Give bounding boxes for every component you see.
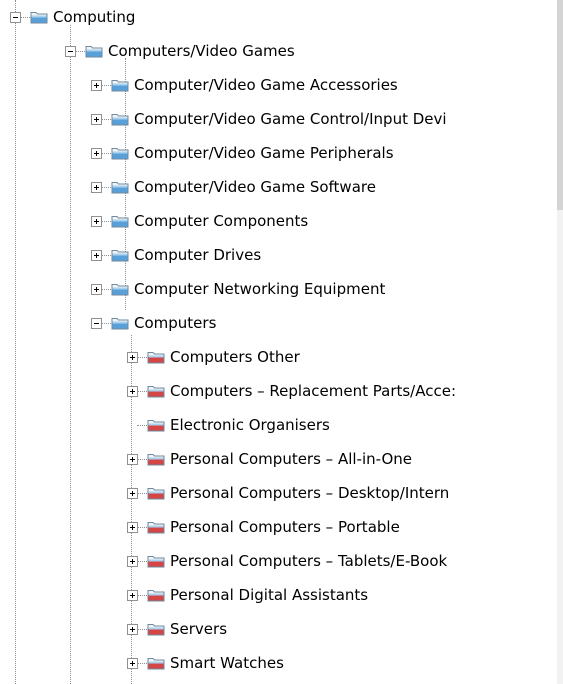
tree-node-level3-label[interactable]: Personal Computers – Desktop/Intern bbox=[169, 482, 450, 504]
folder-icon bbox=[111, 250, 129, 262]
tree-guide-line bbox=[137, 493, 147, 494]
expand-icon[interactable] bbox=[91, 80, 102, 91]
collapse-icon[interactable] bbox=[10, 12, 21, 23]
tree-guide-line bbox=[137, 425, 147, 426]
folder-icon bbox=[111, 114, 129, 126]
folder-leaf-icon bbox=[147, 658, 165, 670]
tree-guide-line bbox=[101, 85, 111, 86]
tree-guide-line bbox=[70, 25, 71, 684]
tree-node-computers-video-games-label[interactable]: Computers/Video Games bbox=[107, 40, 296, 62]
expand-icon[interactable] bbox=[91, 216, 102, 227]
tree-node-level2-label[interactable]: Computer Drives bbox=[133, 244, 262, 266]
expand-icon[interactable] bbox=[127, 624, 138, 635]
expand-icon[interactable] bbox=[127, 386, 138, 397]
expand-icon[interactable] bbox=[127, 522, 138, 533]
expand-icon[interactable] bbox=[127, 556, 138, 567]
folder-leaf-icon bbox=[147, 454, 165, 466]
expand-icon[interactable] bbox=[127, 658, 138, 669]
folder-icon bbox=[111, 182, 129, 194]
tree-guide-line bbox=[137, 595, 147, 596]
tree-guide-line bbox=[101, 255, 111, 256]
tree-guide-line bbox=[15, 0, 16, 684]
tree-guide-line bbox=[137, 527, 147, 528]
tree-node-level2-label[interactable]: Computer/Video Game Software bbox=[133, 176, 377, 198]
tree-node-level2-label[interactable]: Computer Networking Equipment bbox=[133, 278, 386, 300]
tree-guide-line bbox=[137, 459, 147, 460]
tree-node-level2-label[interactable]: Computers bbox=[133, 312, 217, 334]
tree-guide-line bbox=[101, 323, 111, 324]
tree-node-level3-label[interactable]: Computers Other bbox=[169, 346, 301, 368]
folder-icon bbox=[30, 12, 48, 24]
expand-icon[interactable] bbox=[127, 454, 138, 465]
folder-icon bbox=[85, 46, 103, 58]
tree-guide-line bbox=[137, 357, 147, 358]
tree-node-level3-label[interactable]: Smart Watches bbox=[169, 652, 285, 674]
expand-icon[interactable] bbox=[91, 114, 102, 125]
folder-leaf-icon bbox=[147, 488, 165, 500]
tree-node-level3-label[interactable]: Electronic Organisers bbox=[169, 414, 331, 436]
collapse-icon[interactable] bbox=[91, 318, 102, 329]
tree-node-level2-label[interactable]: Computer/Video Game Control/Input Devi bbox=[133, 108, 448, 130]
expand-icon[interactable] bbox=[91, 284, 102, 295]
expand-icon[interactable] bbox=[127, 590, 138, 601]
tree-guide-line bbox=[101, 187, 111, 188]
tree-node-level3-label[interactable]: Computers – Replacement Parts/Acce: bbox=[169, 380, 457, 402]
folder-leaf-icon bbox=[147, 522, 165, 534]
tree-node-level2-label[interactable]: Computer/Video Game Accessories bbox=[133, 74, 399, 96]
folder-icon bbox=[111, 284, 129, 296]
tree-guide-line bbox=[101, 153, 111, 154]
folder-leaf-icon bbox=[147, 624, 165, 636]
tree-guide-line bbox=[101, 119, 111, 120]
folder-leaf-icon bbox=[147, 386, 165, 398]
folder-icon bbox=[111, 148, 129, 160]
tree-node-level3-label[interactable]: Personal Computers – Tablets/E-Book bbox=[169, 550, 448, 572]
tree-guide-line bbox=[101, 221, 111, 222]
folder-icon bbox=[111, 216, 129, 228]
tree-guide-line bbox=[75, 51, 85, 52]
tree-guide-line bbox=[137, 561, 147, 562]
tree-node-level3-label[interactable]: Servers bbox=[169, 618, 228, 640]
expand-icon[interactable] bbox=[91, 250, 102, 261]
tree-node-computing-label[interactable]: Computing bbox=[52, 6, 136, 28]
tree-node-level3-label[interactable]: Personal Digital Assistants bbox=[169, 584, 369, 606]
tree-guide-line bbox=[137, 629, 147, 630]
folder-leaf-icon bbox=[147, 352, 165, 364]
folder-leaf-icon bbox=[147, 590, 165, 602]
category-tree: Computing Computers/Video Games Computer/V… bbox=[0, 0, 563, 684]
folder-icon bbox=[111, 318, 129, 330]
folder-leaf-icon bbox=[147, 420, 165, 432]
tree-guide-line bbox=[137, 663, 147, 664]
tree-guide-line bbox=[20, 17, 30, 18]
tree-guide-line bbox=[101, 289, 111, 290]
expand-icon[interactable] bbox=[127, 352, 138, 363]
tree-node-level2-label[interactable]: Computer/Video Game Peripherals bbox=[133, 142, 395, 164]
vertical-scrollbar[interactable] bbox=[557, 0, 563, 684]
tree-node-level2-label[interactable]: Computer Components bbox=[133, 210, 309, 232]
expand-icon[interactable] bbox=[127, 488, 138, 499]
collapse-icon[interactable] bbox=[65, 46, 76, 57]
tree-guide-line bbox=[137, 391, 147, 392]
expand-icon[interactable] bbox=[91, 182, 102, 193]
scrollbar-thumb[interactable] bbox=[557, 0, 563, 210]
folder-icon bbox=[111, 80, 129, 92]
folder-leaf-icon bbox=[147, 556, 165, 568]
tree-node-level3-label[interactable]: Personal Computers – Portable bbox=[169, 516, 401, 538]
tree-node-level3-label[interactable]: Personal Computers – All-in-One bbox=[169, 448, 413, 470]
expand-icon[interactable] bbox=[91, 148, 102, 159]
